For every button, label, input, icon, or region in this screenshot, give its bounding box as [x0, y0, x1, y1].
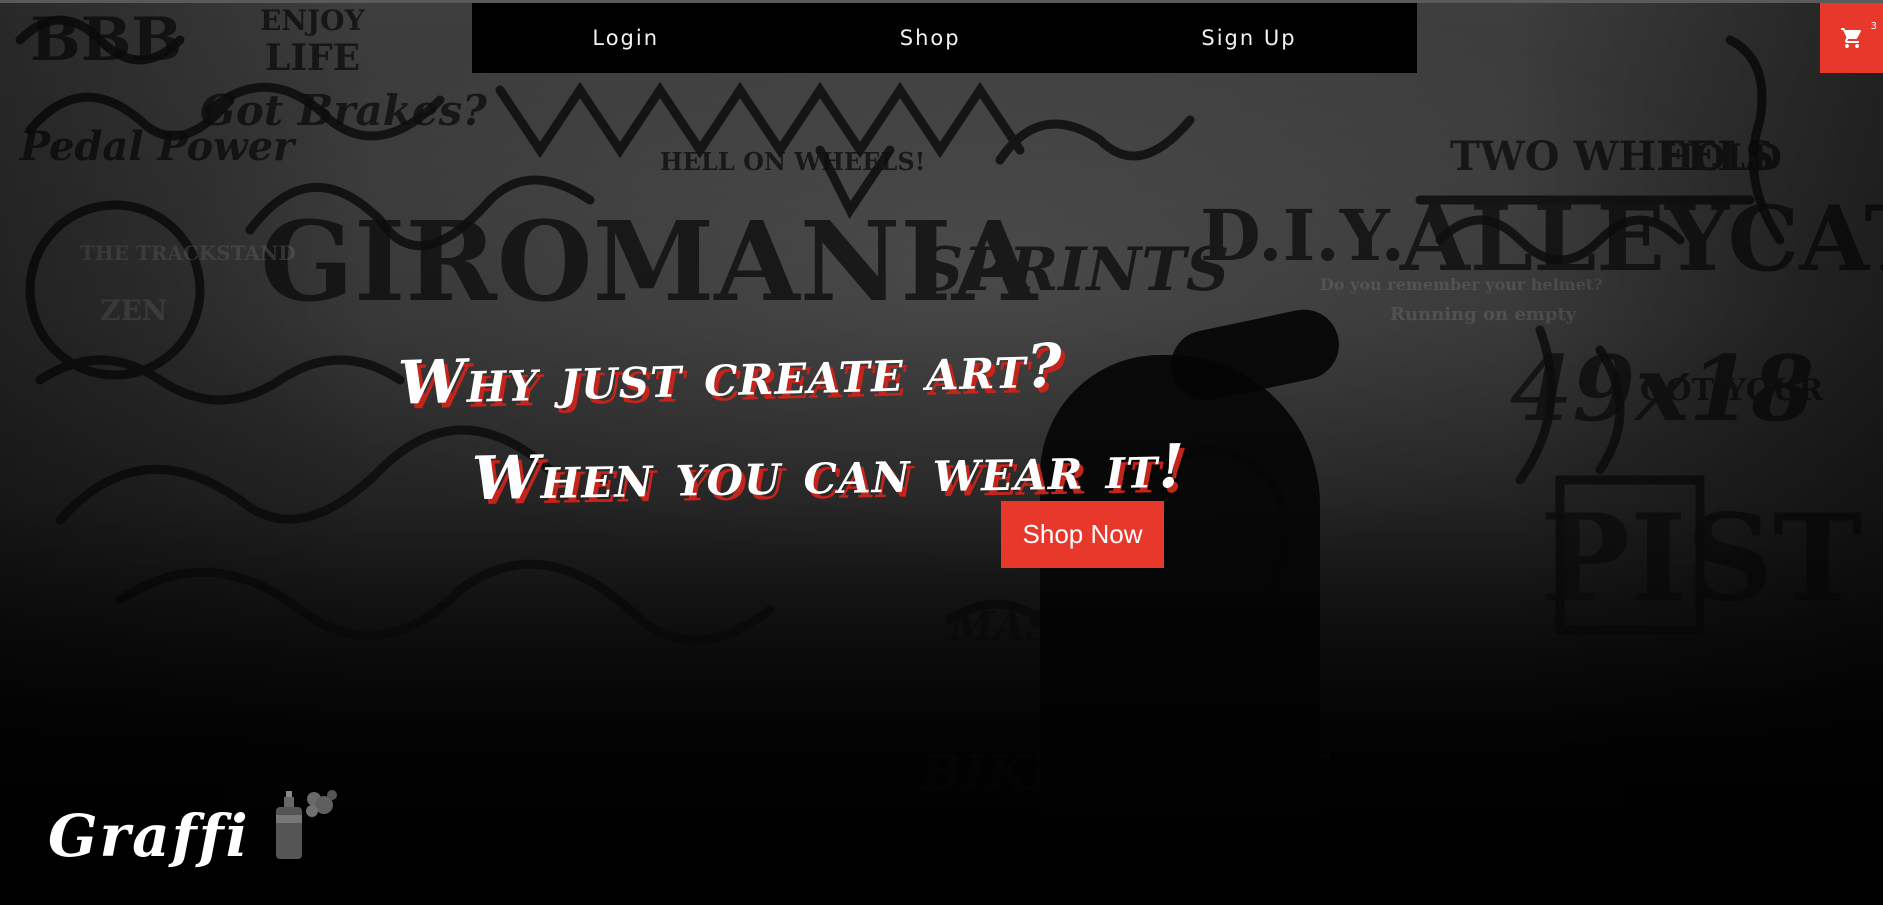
- nav-signup-link[interactable]: Sign Up: [1189, 18, 1308, 58]
- nav-login-link[interactable]: Login: [580, 18, 671, 58]
- svg-text:PIST: PIST: [1540, 488, 1862, 629]
- svg-text:HOLD: HOLD: [1660, 137, 1782, 179]
- shop-now-button[interactable]: Shop Now: [1001, 501, 1164, 568]
- svg-text:Running on empty: Running on empty: [1390, 304, 1577, 325]
- svg-text:ZEN: ZEN: [100, 294, 167, 327]
- spray-can-icon: [275, 790, 337, 859]
- svg-text:LIFE: LIFE: [265, 37, 360, 79]
- cart-button[interactable]: 3: [1820, 3, 1883, 73]
- shopping-cart-icon: [1840, 28, 1861, 48]
- hero-section: BBB ENJOY LIFE Pedal Power Got Brakes? H…: [0, 0, 1883, 905]
- svg-text:Do you remember your helmet?: Do you remember your helmet?: [1320, 275, 1603, 294]
- brand-logo[interactable]: Graffi: [48, 785, 342, 865]
- svg-text:SPRINTS: SPRINTS: [920, 235, 1229, 305]
- svg-text:GOT YOUR: GOT YOUR: [1640, 373, 1824, 408]
- svg-text:BBB: BBB: [30, 5, 182, 75]
- svg-text:D.I.Y.: D.I.Y.: [1200, 194, 1405, 277]
- svg-text:THE TRACKSTAND: THE TRACKSTAND: [80, 241, 296, 265]
- main-navbar: Login Shop Sign Up: [472, 3, 1417, 73]
- logo-text: Graffi: [48, 802, 250, 870]
- cart-count-badge: 3: [1870, 21, 1877, 32]
- svg-text:ENJOY: ENJOY: [260, 4, 366, 37]
- nav-shop-link[interactable]: Shop: [888, 18, 973, 58]
- svg-text:HELL ON WHEELS!: HELL ON WHEELS!: [660, 147, 925, 176]
- svg-text:Got Brakes?: Got Brakes?: [200, 86, 487, 135]
